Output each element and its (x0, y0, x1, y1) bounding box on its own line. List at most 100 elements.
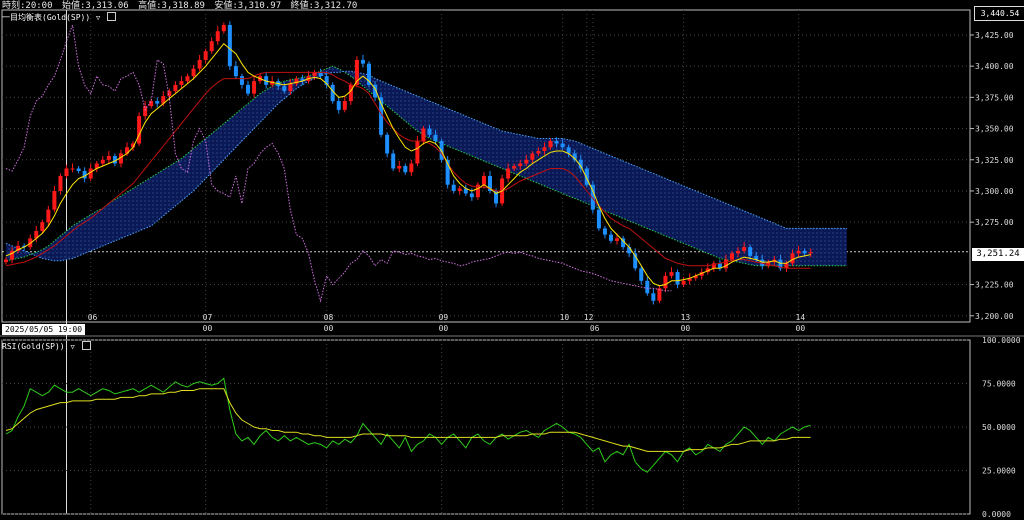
rsi-fast-line (5, 377, 811, 473)
candle-up (46, 209, 51, 223)
main-y-tick-label: 3,375.00 (975, 93, 1014, 102)
main-y-tick-label: 3,300.00 (975, 187, 1014, 196)
main-y-tick-label: 3,425.00 (975, 31, 1014, 40)
candle-down (560, 143, 565, 148)
candle-up (173, 84, 178, 92)
rsi-pane-title: RSI(Gold(SP)) (2, 342, 65, 351)
candle-up (524, 159, 529, 164)
candle-down (469, 193, 474, 198)
pane-close-icon[interactable] (107, 12, 117, 21)
candle-down (318, 72, 323, 77)
candle-up (790, 253, 795, 264)
candle-down (645, 280, 650, 294)
candle-up (530, 153, 535, 160)
rsi-y-tick-label: 100.0000 (982, 336, 1021, 345)
candle-up (137, 116, 142, 144)
candle-up (542, 147, 547, 152)
candle-down (427, 128, 432, 135)
candle-down (239, 76, 244, 85)
candle-down (227, 24, 232, 67)
candle-up (615, 238, 620, 241)
candle-up (149, 101, 154, 107)
main-pane-label: 一目均衡表(Gold(SP)) ▽ (2, 12, 117, 23)
candle-up (203, 51, 208, 60)
candle-up (179, 81, 184, 85)
candle-up (221, 24, 226, 32)
candle-up (185, 76, 190, 82)
candle-up (409, 163, 414, 173)
candle-up (64, 168, 69, 176)
candle-down (336, 101, 341, 110)
candle-down (246, 84, 250, 94)
candle-up (518, 163, 523, 166)
candle-up (736, 250, 741, 254)
x-tick-day-label: 07 (203, 313, 213, 322)
main-y-tick-label: 3,225.00 (975, 281, 1014, 290)
candle-up (197, 59, 202, 69)
x-tick-hour-label: 00 (796, 324, 806, 333)
rsi-close-icon[interactable] (81, 341, 91, 350)
candle-up (669, 272, 674, 276)
candle-down (76, 168, 81, 171)
rsi-slow-line (5, 388, 811, 452)
rsi-y-tick-label: 25.0000 (982, 467, 1016, 476)
candle-up (348, 84, 353, 102)
candle-up (342, 101, 347, 110)
x-tick-hour-label: 00 (203, 324, 213, 333)
candle-up (681, 280, 686, 285)
main-pane-title: 一目均衡表(Gold(SP)) (2, 13, 91, 22)
candle-up (191, 68, 196, 77)
x-tick-day-label: 08 (324, 313, 334, 322)
candle-down (391, 153, 396, 169)
candle-up (723, 259, 728, 269)
candle-down (403, 166, 408, 173)
main-y-tick-label: 3,200.00 (975, 312, 1014, 321)
candle-down (602, 228, 607, 235)
candle-down (554, 141, 559, 144)
rsi-y-tick-label: 0.0000 (982, 510, 1011, 519)
candle-down (609, 234, 613, 241)
candle-up (548, 141, 553, 148)
candle-up (252, 81, 257, 94)
candle-down (802, 250, 807, 254)
candle-up (730, 253, 734, 260)
main-y-tick-label: 3,350.00 (975, 125, 1014, 134)
rsi-y-tick-label: 75.0000 (982, 380, 1016, 389)
candle-down (385, 134, 390, 154)
candle-down (282, 86, 287, 92)
rsi-pane-label: RSI(Gold(SP)) ▽ (2, 341, 91, 352)
candle-up (40, 222, 45, 231)
candle-down (451, 184, 456, 191)
x-tick-hour-label: 06 (590, 324, 600, 333)
x-tick-hour-label: 00 (681, 324, 691, 333)
candle-up (808, 252, 813, 254)
candle-up (397, 166, 402, 169)
candle-down (639, 268, 644, 281)
main-y-tick-label: 3,275.00 (975, 218, 1014, 227)
main-y-tick-label: 3,325.00 (975, 156, 1014, 165)
candle-up (415, 141, 420, 164)
x-tick-day-label: 12 (584, 313, 594, 322)
x-tick-day-label: 14 (796, 313, 806, 322)
candle-up (657, 288, 662, 301)
x-tick-day-label: 10 (560, 313, 570, 322)
x-tick-hour-label: 00 (439, 324, 449, 333)
top-price-label: 3,440.54 (974, 6, 1024, 21)
candle-up (209, 41, 214, 52)
candle-up (100, 159, 105, 164)
pane-menu-triangle-icon[interactable]: ▽ (96, 13, 100, 23)
chart-canvas[interactable]: 3,425.00 3,400.00 3,375.00 3,350.00 3,325.00… (0, 0, 1024, 520)
candle-up (663, 275, 668, 289)
candle-up (70, 168, 75, 170)
candle-down (360, 59, 365, 64)
candle-down (675, 272, 680, 285)
candle-up (167, 91, 172, 97)
candle-down (651, 293, 656, 301)
ichimoku-cloud (6, 66, 847, 266)
candle-up (506, 168, 511, 179)
rsi-menu-triangle-icon[interactable]: ▽ (70, 342, 74, 352)
rsi-y-tick-label: 50.0000 (982, 423, 1016, 432)
x-tick-hour-label: 00 (324, 324, 334, 333)
x-tick-day-label: 09 (439, 313, 449, 322)
candle-up (106, 156, 111, 160)
